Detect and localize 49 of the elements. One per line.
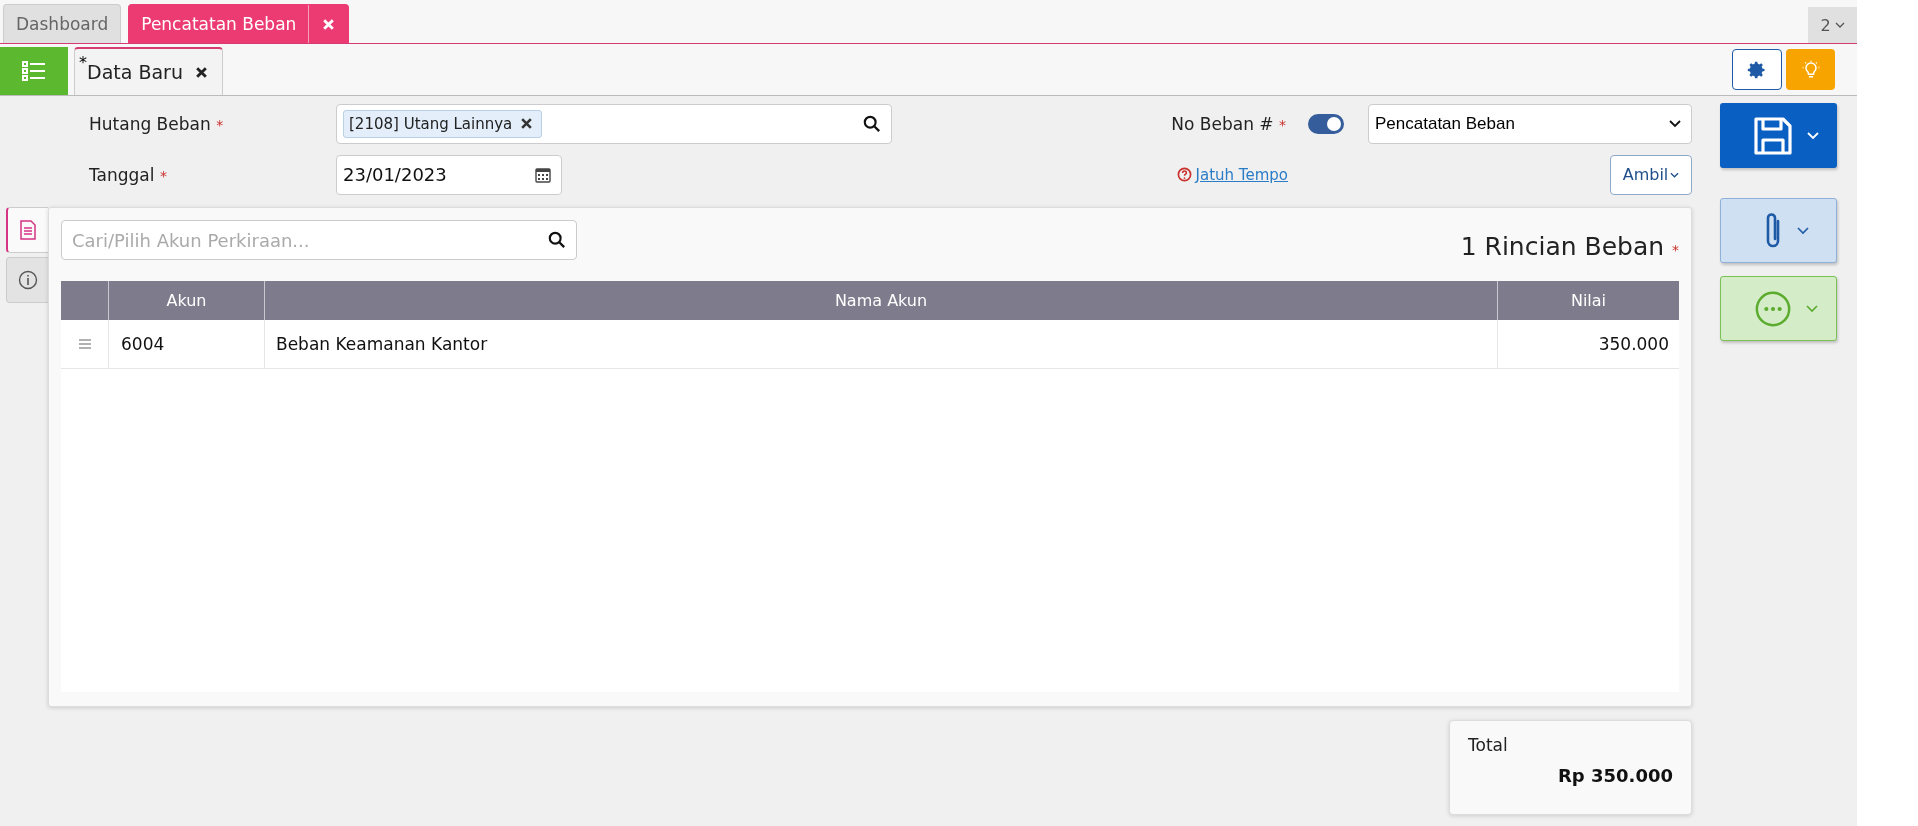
- more-icon: [1753, 289, 1792, 328]
- settings-button[interactable]: [1732, 49, 1782, 90]
- section-title: 1 Rincian Beban *: [1460, 232, 1679, 261]
- tab-count-dropdown[interactable]: 2: [1808, 7, 1857, 43]
- document-icon: [19, 220, 37, 240]
- table-cell: 6004: [109, 320, 265, 368]
- save-button[interactable]: [1720, 103, 1837, 168]
- tab[interactable]: Dashboard: [3, 4, 122, 43]
- remove-icon[interactable]: [520, 117, 534, 130]
- chevron-down-icon: [1834, 22, 1845, 28]
- chevron-down-icon: [1670, 171, 1680, 178]
- search-icon[interactable]: [548, 231, 566, 249]
- account-search-field[interactable]: Cari/Pilih Akun Perkiraan...: [61, 220, 577, 260]
- column-header: Nama Akun: [265, 281, 1498, 320]
- document-tab[interactable]: *Data Baru: [74, 47, 223, 95]
- search-icon[interactable]: [863, 114, 881, 133]
- toggle-switch[interactable]: [1308, 113, 1344, 134]
- account-select-field[interactable]: [2108] Utang Lainnya: [336, 103, 892, 144]
- search-input[interactable]: Cari/Pilih Akun Perkiraan...: [70, 228, 548, 252]
- due-date-link[interactable]: Jatuh Tempo: [1195, 165, 1288, 184]
- attachment-button[interactable]: [1720, 198, 1837, 263]
- settings-icon: [1747, 59, 1767, 80]
- close-icon: [322, 17, 336, 31]
- field-label: No Beban # *: [1171, 113, 1286, 134]
- drag-handle-icon[interactable]: [78, 339, 91, 349]
- calendar-icon[interactable]: [535, 166, 551, 183]
- column-header: Nilai: [1569, 290, 1608, 312]
- side-tab[interactable]: [6, 257, 48, 303]
- side-tab[interactable]: [6, 207, 48, 253]
- fetch-dropdown-button[interactable]: Ambil: [1610, 154, 1692, 195]
- table-cell: Beban Keamanan Kantor: [265, 320, 1498, 368]
- field-label: Tanggal *: [89, 164, 168, 185]
- field-label: Hutang Beban *: [89, 113, 225, 134]
- help-icon: [1176, 167, 1192, 182]
- number-format-select[interactable]: Pencatatan Beban: [1368, 103, 1692, 144]
- table-cell-text: 350.000: [1597, 333, 1670, 356]
- info-icon: [17, 270, 38, 290]
- column-header: Akun: [109, 281, 265, 320]
- tab[interactable]: Pencatatan Beban: [128, 4, 350, 43]
- date-field[interactable]: 23/01/2023: [336, 154, 562, 195]
- list-icon: [22, 61, 46, 81]
- total-label: Total: [1468, 735, 1508, 755]
- close-icon[interactable]: [194, 65, 208, 79]
- total-value: Rp 350.000: [1558, 765, 1673, 786]
- chevron-down-icon: [1806, 131, 1819, 140]
- chevron-down-icon: [1796, 226, 1809, 235]
- chevron-down-icon: [1669, 119, 1681, 128]
- selected-tag: [2108] Utang Lainnya: [343, 109, 543, 138]
- chevron-down-icon: [1805, 304, 1818, 313]
